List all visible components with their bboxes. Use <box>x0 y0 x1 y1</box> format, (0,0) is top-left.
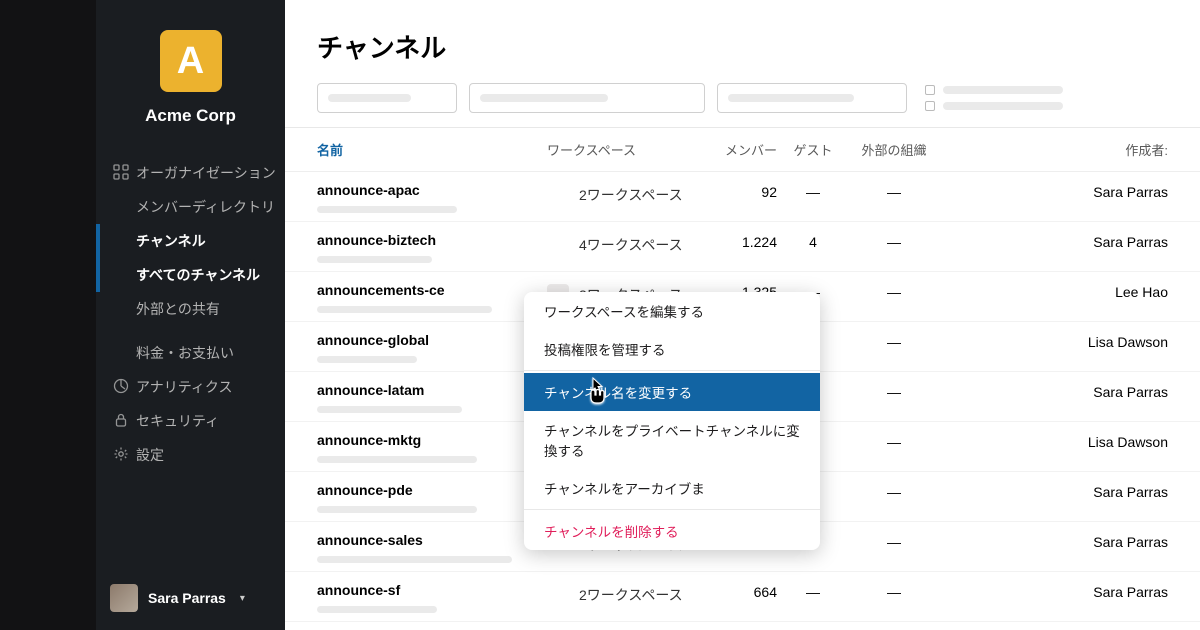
channel-name: announce-sales <box>317 532 547 548</box>
guests-cell: 4 <box>777 232 849 250</box>
th-external[interactable]: 外部の組織 <box>849 140 939 159</box>
filter-checkbox-1[interactable] <box>925 85 1063 95</box>
table-row[interactable]: announce-yvr3ワークスペース3598—Lisa Zhang <box>285 622 1200 630</box>
channel-context-menu: ワークスペースを編集する 投稿権限を管理する チャンネル名を変更する チャンネル… <box>524 292 820 550</box>
sidebar: A Acme Corp オーガナイゼーション メンバーディレクトリ チャンネル <box>0 0 285 630</box>
external-cell: — <box>849 582 939 600</box>
external-cell: — <box>849 382 939 400</box>
sidebar-item-label: アナリティクス <box>136 377 232 397</box>
org-name: Acme Corp <box>96 106 285 126</box>
sidebar-item-label: セキュリティ <box>136 411 219 431</box>
gear-icon <box>112 446 130 465</box>
th-members[interactable]: メンバー <box>699 140 777 159</box>
analytics-icon <box>112 378 130 397</box>
th-creator[interactable]: 作成者: <box>1048 140 1168 159</box>
menu-archive[interactable]: チャンネルをアーカイブま <box>524 469 820 507</box>
channel-name: announce-apac <box>317 182 547 198</box>
workspace-cell: 2ワークスペース <box>579 585 683 605</box>
external-cell: — <box>849 482 939 500</box>
user-menu[interactable]: Sara Parras ▾ <box>110 584 245 612</box>
grid-icon <box>112 164 130 183</box>
members-cell: 664 <box>699 582 777 600</box>
avatar <box>110 584 138 612</box>
menu-manage-permissions[interactable]: 投稿権限を管理する <box>524 330 820 368</box>
creator-cell: Lisa Dawson <box>1048 432 1168 450</box>
creator-cell: Sara Parras <box>1048 582 1168 600</box>
guests-cell: — <box>777 582 849 600</box>
sidebar-item-channels[interactable]: チャンネル <box>0 224 285 258</box>
sidebar-item-all-channels[interactable]: すべてのチャンネル <box>0 258 285 292</box>
sidebar-item-label: 外部との共有 <box>136 299 220 319</box>
external-cell: — <box>849 432 939 450</box>
table-row[interactable]: announce-biztech 4ワークスペース 1.2244— Sara Parr… <box>285 222 1200 272</box>
sidebar-item-security[interactable]: セキュリティ <box>0 404 285 438</box>
channel-name: announce-biztech <box>317 232 547 248</box>
channel-name: announcements-ce <box>317 282 547 298</box>
chevron-down-icon: ▾ <box>240 593 245 604</box>
th-name[interactable]: 名前 <box>317 140 547 159</box>
sidebar-item-member-directory[interactable]: メンバーディレクトリ <box>0 190 285 224</box>
external-cell: — <box>849 232 939 250</box>
sidebar-item-label: 料金・お支払い <box>136 343 234 363</box>
guests-cell: — <box>777 182 849 200</box>
sidebar-item-analytics[interactable]: アナリティクス <box>0 370 285 404</box>
creator-cell: Sara Parras <box>1048 382 1168 400</box>
members-cell: 92 <box>699 182 777 200</box>
sidebar-item-label: チャンネル <box>136 231 206 251</box>
sidebar-item-label: 設定 <box>136 445 164 465</box>
members-cell: 1.224 <box>699 232 777 250</box>
creator-cell: Lee Hao <box>1048 282 1168 300</box>
external-cell: — <box>849 332 939 350</box>
creator-cell: Sara Parras <box>1048 182 1168 200</box>
sidebar-item-label: メンバーディレクトリ <box>136 197 275 217</box>
channel-name: announce-pde <box>317 482 547 498</box>
sidebar-item-organisation[interactable]: オーガナイゼーション <box>0 156 285 190</box>
filter-checkbox-2[interactable] <box>925 101 1063 111</box>
org-block: A Acme Corp <box>0 30 285 126</box>
creator-cell: Sara Parras <box>1048 482 1168 500</box>
sidebar-item-billing[interactable]: 料金・お支払い <box>0 336 285 370</box>
external-cell: — <box>849 532 939 550</box>
external-cell: — <box>849 182 939 200</box>
org-logo: A <box>160 30 222 92</box>
menu-convert-private[interactable]: チャンネルをプライベートチャンネルに変換する <box>524 411 820 469</box>
sidebar-item-shared-external[interactable]: 外部との共有 <box>0 292 285 326</box>
th-guests[interactable]: ゲスト <box>777 140 849 159</box>
table-header: 名前 ワークスペース メンバー ゲスト 外部の組織 作成者: <box>285 128 1200 172</box>
channel-name: announce-mktg <box>317 432 547 448</box>
table-row[interactable]: announce-apac2ワークスペース92——Sara Parras <box>285 172 1200 222</box>
lock-icon <box>112 412 130 431</box>
sidebar-item-label: すべてのチャンネル <box>136 265 260 285</box>
user-name: Sara Parras <box>148 590 226 606</box>
external-cell: — <box>849 282 939 300</box>
filter-input-2[interactable] <box>469 83 705 113</box>
creator-cell: Sara Parras <box>1048 232 1168 250</box>
creator-cell: Sara Parras <box>1048 532 1168 550</box>
channel-name: announce-latam <box>317 382 547 398</box>
channel-name: announce-sf <box>317 582 547 598</box>
menu-rename-channel[interactable]: チャンネル名を変更する <box>524 373 820 411</box>
th-workspace[interactable]: ワークスペース <box>547 140 699 159</box>
channel-name: announce-global <box>317 332 547 348</box>
filter-input-3[interactable] <box>717 83 907 113</box>
filters-bar <box>285 83 1200 128</box>
page-title: チャンネル <box>285 0 1200 83</box>
sidebar-item-label: オーガナイゼーション <box>136 163 276 183</box>
filter-input-1[interactable] <box>317 83 457 113</box>
sidebar-item-settings[interactable]: 設定 <box>0 438 285 472</box>
sidebar-nav: オーガナイゼーション メンバーディレクトリ チャンネル すべてのチャンネル 外部… <box>0 156 285 472</box>
menu-delete-channel[interactable]: チャンネルを削除する <box>524 512 820 550</box>
table-row[interactable]: announce-sf2ワークスペース664——Sara Parras <box>285 572 1200 622</box>
menu-edit-workspaces[interactable]: ワークスペースを編集する <box>524 292 820 330</box>
workspace-cell: 4ワークスペース <box>579 235 683 255</box>
creator-cell: Lisa Dawson <box>1048 332 1168 350</box>
workspace-cell: 2ワークスペース <box>579 185 683 205</box>
